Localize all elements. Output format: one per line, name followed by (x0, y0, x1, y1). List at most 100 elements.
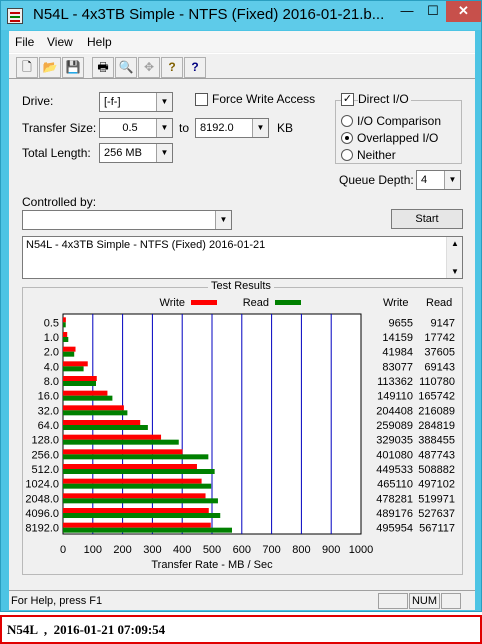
new-icon[interactable]: 🗋 (16, 57, 38, 78)
status-panel-empty-2 (441, 593, 461, 609)
bar-read (63, 351, 75, 357)
bar-write (63, 390, 108, 396)
maximize-button[interactable]: ☐ (420, 1, 446, 22)
read-value: 165742 (418, 391, 455, 403)
x-tick-label: 600 (233, 544, 251, 556)
read-value: 69143 (424, 361, 455, 373)
kb-label: KB (277, 121, 294, 135)
app-icon[interactable] (7, 8, 23, 24)
start-button[interactable]: Start (391, 209, 463, 229)
direct-io-label: Direct I/O (358, 92, 411, 106)
io-comparison-label: I/O Comparison (357, 114, 442, 128)
x-tick-label: 800 (292, 544, 310, 556)
io-comparison-radio[interactable] (341, 115, 353, 127)
y-tick-label: 8.0 (44, 376, 59, 388)
context-help-icon[interactable]: ? (184, 57, 206, 78)
y-tick-label: 512.0 (31, 464, 59, 476)
chevron-down-icon[interactable]: ▼ (215, 211, 231, 229)
chevron-down-icon[interactable]: ▼ (444, 171, 460, 189)
write-value: 259089 (376, 420, 413, 432)
y-tick-label: 16.0 (38, 391, 59, 403)
bar-write (63, 464, 197, 469)
open-icon[interactable]: 📂 (39, 57, 61, 78)
description-scrollbar[interactable]: ▲ ▼ (446, 237, 462, 278)
description-textarea[interactable]: N54L - 4x3TB Simple - NTFS (Fixed) 2016-… (22, 236, 463, 279)
bar-read (63, 513, 221, 518)
test-results-group: Test Results 0 100 200 300 400 500 600 700 800 90… (22, 280, 463, 575)
write-value: 478281 (376, 493, 413, 505)
to-label: to (179, 121, 190, 135)
title-bar[interactable]: N54L - 4x3TB Simple - NTFS (Fixed) 2016-… (1, 1, 481, 30)
help-icon[interactable]: ? (161, 57, 183, 78)
total-length-select[interactable]: 256 MB ▼ (99, 143, 173, 163)
menu-view[interactable]: View (47, 35, 73, 49)
menu-file[interactable]: File (15, 35, 34, 49)
chevron-down-icon[interactable]: ▼ (156, 93, 172, 111)
scroll-down-icon[interactable]: ▼ (447, 267, 463, 276)
transfer-size-label: Transfer Size: (22, 121, 97, 135)
queue-depth-select[interactable]: 4 ▼ (416, 170, 461, 190)
bar-write (63, 522, 211, 528)
drive-select[interactable]: [-f-] ▼ (99, 92, 173, 112)
chevron-down-icon[interactable]: ▼ (156, 144, 172, 162)
legend-write-swatch (191, 300, 217, 305)
y-tick-label: 128.0 (31, 435, 59, 447)
controlled-by-select[interactable]: ▼ (22, 210, 232, 230)
total-length-value: 256 MB (104, 147, 142, 159)
read-value: 37605 (424, 347, 455, 359)
write-value: 204408 (376, 405, 413, 417)
chevron-down-icon[interactable]: ▼ (156, 119, 172, 137)
menu-help[interactable]: Help (87, 35, 112, 49)
bar-read (63, 454, 209, 460)
y-tick-label: 0.5 (44, 317, 59, 329)
x-tick-label: 300 (143, 544, 161, 556)
description-text: N54L - 4x3TB Simple - NTFS (Fixed) 2016-… (26, 239, 266, 251)
total-length-label: Total Length: (22, 146, 91, 160)
chevron-down-icon[interactable]: ▼ (252, 119, 268, 137)
neither-radio[interactable] (341, 149, 353, 161)
scroll-up-icon[interactable]: ▲ (447, 239, 463, 248)
bar-write (63, 317, 66, 323)
column-header-write: Write (383, 297, 408, 309)
bar-read (63, 337, 69, 342)
controlled-by-label: Controlled by: (22, 195, 97, 209)
y-tick-label: 8192.0 (25, 523, 59, 535)
write-value: 465110 (377, 479, 413, 491)
transfer-rate-chart: 0 100 200 300 400 500 600 700 800 900 1000 Transfer… (25, 297, 455, 571)
write-value: 113362 (377, 376, 413, 388)
write-value: 449533 (376, 464, 413, 476)
y-tick-label: 32.0 (38, 405, 59, 417)
legend-write-label: Write (160, 297, 185, 309)
write-value: 83077 (382, 361, 413, 373)
print-preview-icon[interactable]: 🔍 (115, 57, 137, 78)
status-panel-empty-1 (378, 593, 408, 609)
drive-value: [-f-] (104, 96, 121, 108)
write-value: 401080 (376, 449, 413, 461)
direct-io-checkbox[interactable]: ✓ (341, 93, 354, 106)
neither-label: Neither (357, 148, 396, 162)
x-tick-label: 0 (60, 544, 66, 556)
x-tick-label: 700 (262, 544, 280, 556)
close-button[interactable]: ✕ (446, 1, 481, 22)
print-icon[interactable]: 🖶 (92, 57, 114, 78)
x-tick-label: 1000 (349, 544, 373, 556)
force-write-checkbox[interactable] (195, 93, 208, 106)
move-icon[interactable]: ✥ (138, 57, 160, 78)
menu-bar: File View Help (9, 31, 475, 52)
y-tick-label: 2.0 (44, 347, 59, 359)
read-value: 9147 (431, 317, 455, 329)
transfer-to-select[interactable]: 8192.0 ▼ (195, 118, 269, 138)
overlapped-io-radio[interactable] (341, 132, 353, 144)
drive-label: Drive: (22, 94, 54, 108)
transfer-from-select[interactable]: 0.5 ▼ (99, 118, 173, 138)
bar-write (63, 493, 206, 499)
queue-depth-value: 4 (421, 174, 428, 186)
bar-write (63, 376, 97, 381)
minimize-button[interactable]: — (394, 1, 420, 22)
y-tick-label: 1.0 (44, 332, 59, 344)
legend-read-swatch (275, 300, 301, 305)
overlapped-io-label: Overlapped I/O (357, 131, 439, 145)
bar-read (63, 395, 113, 401)
read-value: 110780 (419, 376, 455, 388)
save-icon[interactable]: 💾 (62, 57, 84, 78)
